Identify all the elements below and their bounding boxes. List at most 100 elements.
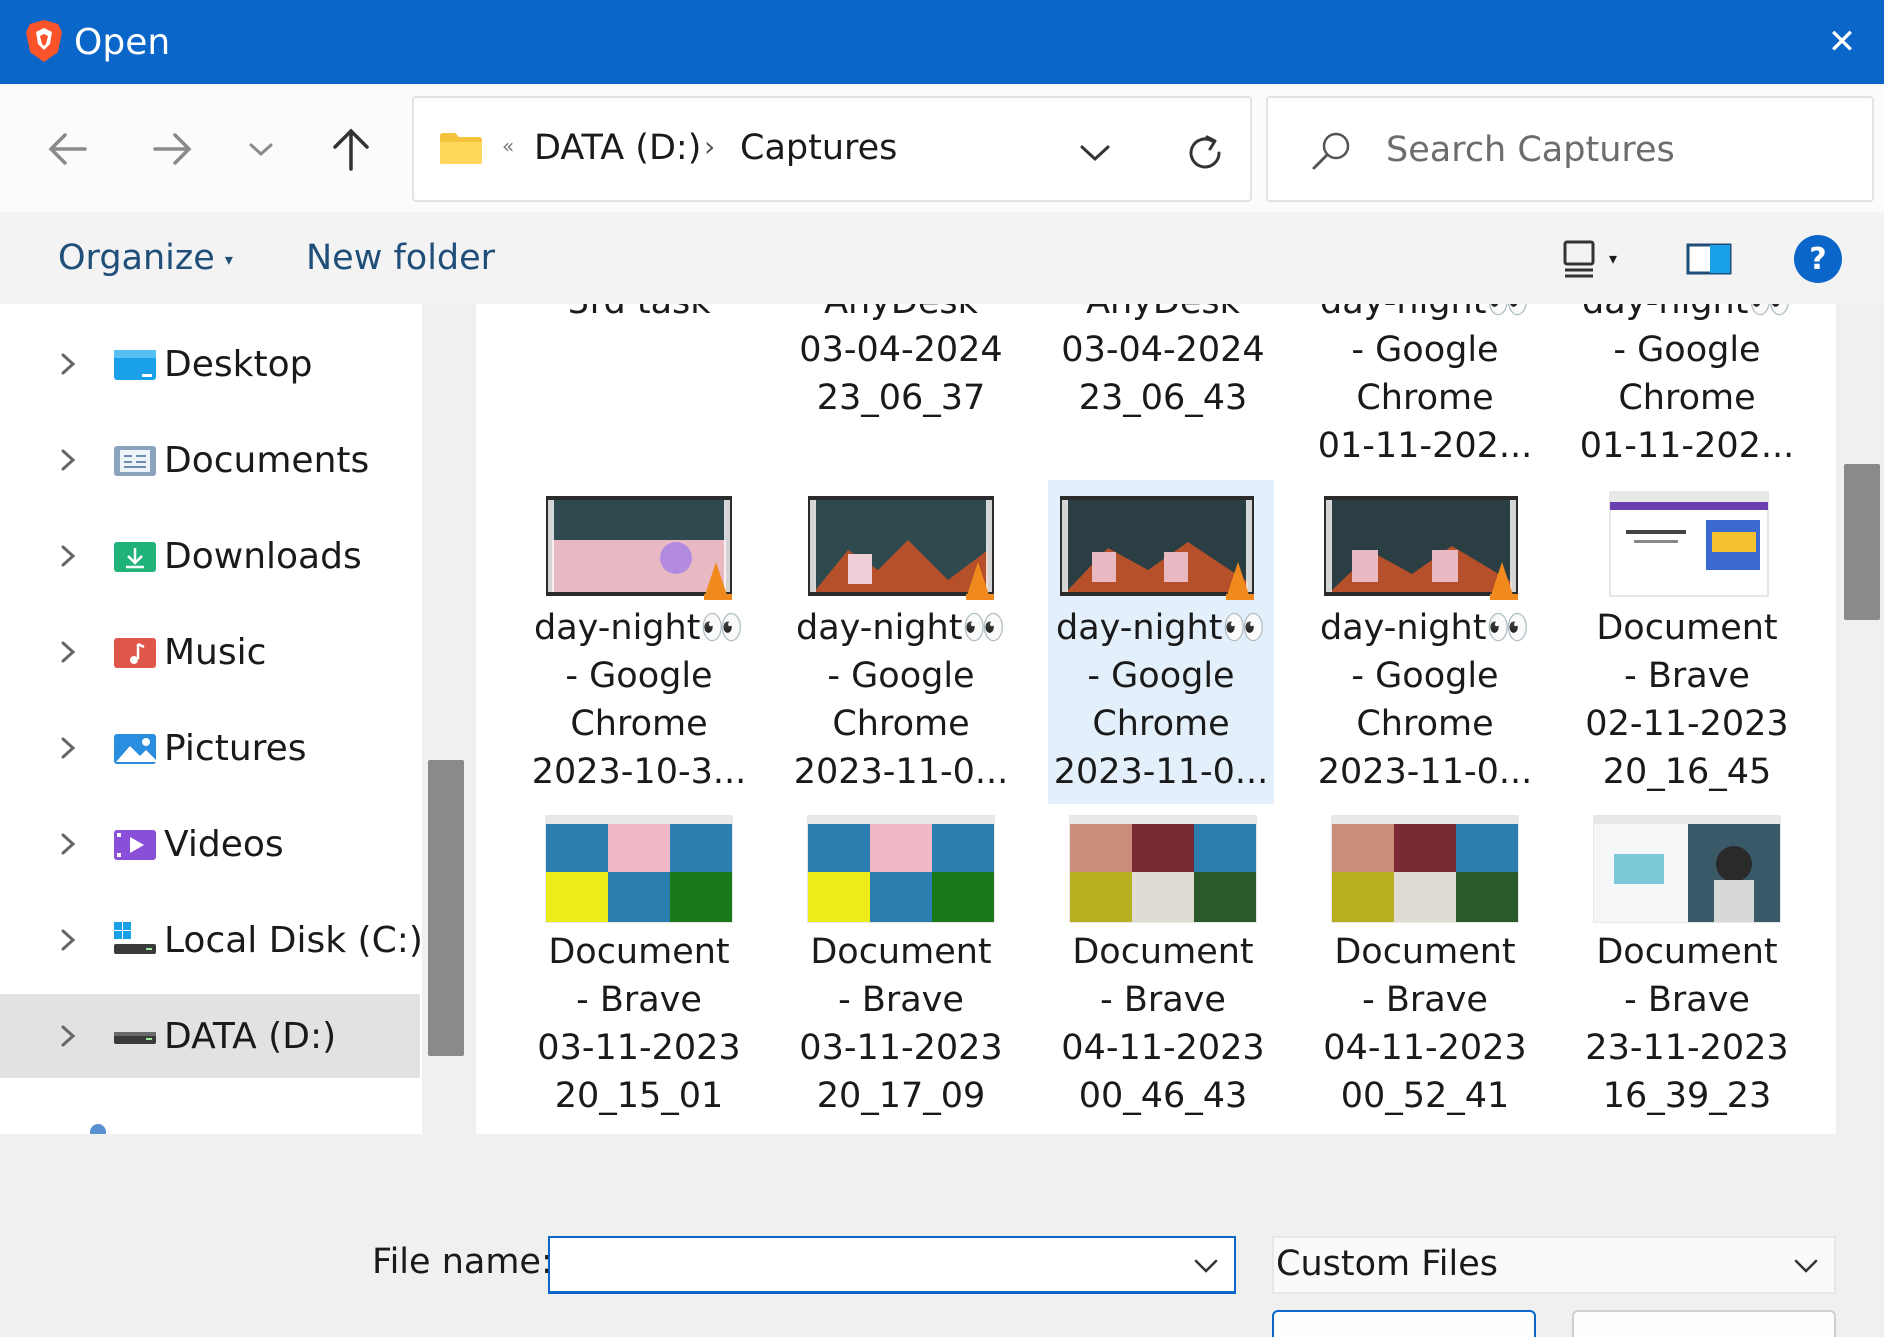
file-type-select[interactable]: Custom Files [1272, 1236, 1836, 1294]
new-folder-button[interactable]: New folder [306, 238, 495, 278]
close-icon: ✕ [1827, 22, 1857, 62]
video-thumbnail [808, 496, 994, 600]
title-bar: Open ✕ [0, 0, 1884, 84]
navigation-pane-scrollbar[interactable] [428, 760, 464, 1056]
help-button[interactable]: ? [1792, 234, 1844, 284]
chevron-right-icon [61, 929, 76, 951]
sidebar-item-label: DATA (D:) [164, 1016, 337, 1057]
file-item[interactable]: Document - Brave 23-11-2023 16_39_23 [1574, 804, 1800, 1134]
video-thumbnail [546, 496, 732, 600]
file-item-selected[interactable]: day-night👀 - Google Chrome 2023-11-0... [1048, 480, 1274, 804]
address-dropdown-button[interactable] [1070, 128, 1120, 178]
music-folder-icon [114, 638, 156, 668]
organize-button[interactable]: Organize ▾ [58, 238, 233, 278]
preview-pane-icon [1686, 243, 1732, 275]
video-thumbnail [1324, 496, 1518, 600]
view-caret-icon: ▾ [1608, 251, 1618, 268]
drive-d-icon [114, 1032, 156, 1044]
image-thumbnail [1331, 815, 1519, 923]
sidebar-item-videos[interactable]: Videos [0, 802, 420, 886]
drive-c-icon [114, 922, 156, 954]
file-item[interactable]: AnyDesk 03-04-2024 23_06_43 [1050, 304, 1276, 474]
cancel-button[interactable] [1572, 1310, 1836, 1337]
file-item[interactable]: Document - Brave 03-11-2023 20_15_01 [526, 804, 752, 1134]
organize-label: Organize [58, 238, 215, 278]
file-name: Document - Brave 03-11-2023 20_17_09 [799, 932, 1003, 1116]
close-button[interactable]: ✕ [1800, 0, 1884, 84]
dialog-footer: File name: Custom Files [0, 1134, 1884, 1337]
forward-button[interactable] [138, 114, 208, 184]
file-item[interactable]: day-night👀 - Google Chrome 2023-11-0... [788, 480, 1014, 804]
sidebar-item-desktop[interactable]: Desktop [0, 322, 420, 406]
breadcrumb-separator[interactable]: › [704, 130, 715, 163]
refresh-icon [1189, 135, 1221, 169]
file-item[interactable]: day-night👀 - Google Chrome 01-11-202... [1312, 304, 1538, 474]
chevron-down-icon [1080, 145, 1110, 162]
file-item[interactable]: Document - Brave 02-11-2023 20_16_45 [1574, 480, 1800, 804]
file-name: day-night👀 - Google Chrome 2023-11-0... [793, 608, 1009, 792]
file-item[interactable]: day-night👀 - Google Chrome 2023-10-3... [526, 480, 752, 804]
file-item[interactable]: 3rd task [526, 304, 752, 474]
sidebar-item-local-disk-c[interactable]: Local Disk (C:) [0, 898, 422, 982]
file-item[interactable]: day-night👀 - Google Chrome 01-11-202... [1574, 304, 1800, 474]
file-name: Document - Brave 23-11-2023 16_39_23 [1585, 932, 1789, 1116]
file-name-combobox[interactable] [548, 1236, 1236, 1294]
file-item[interactable]: AnyDesk 03-04-2024 23_06_37 [788, 304, 1014, 474]
folder-icon [440, 133, 482, 164]
sidebar-item-music[interactable]: Music [0, 610, 420, 694]
preview-pane-button[interactable] [1684, 234, 1734, 284]
videos-folder-icon [114, 830, 156, 860]
file-name: day-night👀 - Google Chrome 2023-10-3... [531, 608, 747, 792]
chevron-down-icon [1794, 1259, 1818, 1273]
recent-locations-button[interactable] [226, 114, 296, 184]
file-name: 3rd task [526, 304, 752, 326]
refresh-button[interactable] [1178, 126, 1232, 180]
file-item[interactable]: Document - Brave 03-11-2023 20_17_09 [788, 804, 1014, 1134]
file-item[interactable]: Document - Brave 04-11-2023 00_52_41 [1312, 804, 1538, 1134]
sidebar-item-downloads[interactable]: Downloads [0, 514, 420, 598]
open-button[interactable] [1272, 1310, 1536, 1337]
breadcrumb-captures[interactable]: Captures [740, 128, 897, 168]
file-list-scrollbar[interactable] [1844, 464, 1880, 620]
sidebar-item-pictures[interactable]: Pictures [0, 706, 420, 790]
file-name: AnyDesk 03-04-2024 23_06_37 [799, 304, 1003, 418]
downloads-folder-icon [114, 542, 156, 572]
image-thumbnail [807, 815, 995, 923]
sidebar-item-data-d[interactable]: DATA (D:) [0, 994, 420, 1078]
file-name: Document - Brave 04-11-2023 00_52_41 [1323, 932, 1527, 1116]
view-icon [1563, 240, 1595, 278]
arrow-left-icon [48, 133, 87, 165]
up-button[interactable] [316, 114, 386, 184]
window-title: Open [74, 22, 171, 63]
view-options-button[interactable]: ▾ [1548, 234, 1628, 284]
arrow-up-icon [333, 128, 369, 171]
sidebar-item-label: Music [164, 632, 267, 673]
breadcrumb-overflow[interactable]: « [502, 134, 514, 158]
address-bar[interactable]: « DATA (D:) › Captures [412, 96, 1252, 202]
file-name: AnyDesk 03-04-2024 23_06_43 [1061, 304, 1265, 418]
chevron-right-icon [61, 353, 76, 375]
help-glyph: ? [1809, 241, 1827, 277]
organize-caret-icon: ▾ [224, 249, 233, 269]
sidebar-item-label: Downloads [164, 536, 362, 577]
file-item[interactable]: day-night👀 - Google Chrome 2023-11-0... [1312, 480, 1538, 804]
file-item[interactable]: Document - Brave 04-11-2023 00_46_43 [1050, 804, 1276, 1134]
file-name-label: File name: [372, 1242, 553, 1282]
chevron-right-icon [61, 1025, 76, 1047]
chevron-right-icon [61, 545, 76, 567]
search-input[interactable] [1386, 120, 1846, 180]
network-icon [90, 1124, 106, 1134]
sidebar-item-label: Documents [164, 440, 370, 481]
chevron-right-icon [61, 641, 76, 663]
sidebar-item-documents[interactable]: Documents [0, 418, 420, 502]
breadcrumb-data-drive[interactable]: DATA (D:) [534, 128, 701, 168]
file-name: day-night👀 - Google Chrome 01-11-202... [1317, 304, 1533, 466]
search-box[interactable] [1266, 96, 1874, 202]
command-bar: Organize ▾ New folder ▾ ? [0, 212, 1884, 304]
back-button[interactable] [32, 114, 102, 184]
navigation-pane: Desktop Documents Downloads Music Pictur… [0, 304, 422, 1134]
sidebar-item-label: Desktop [164, 344, 313, 385]
file-name-input[interactable] [554, 1242, 1174, 1290]
search-icon [1312, 132, 1350, 170]
chevron-down-icon[interactable] [1190, 1250, 1222, 1282]
